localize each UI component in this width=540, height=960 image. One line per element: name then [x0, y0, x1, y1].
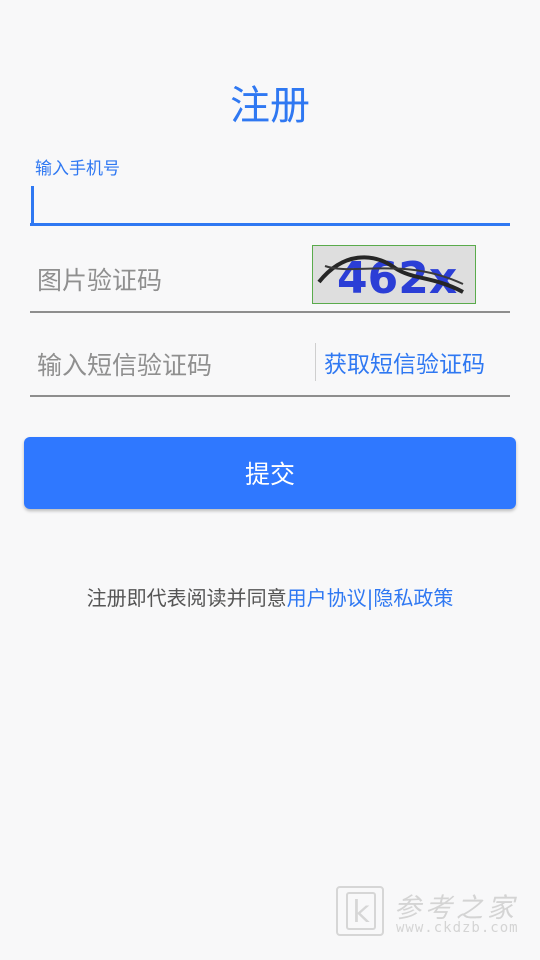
phone-field-label: 输入手机号 — [35, 159, 120, 179]
captcha-field-row: 462x — [30, 245, 510, 313]
get-sms-code-button[interactable]: 获取短信验证码 — [324, 345, 485, 379]
text-cursor — [31, 186, 34, 224]
phone-input[interactable] — [30, 184, 510, 226]
captcha-image[interactable]: 462x — [312, 245, 476, 304]
captcha-text: 462x — [337, 253, 457, 303]
watermark-logo-icon: k — [336, 886, 384, 936]
site-watermark: k 参考之家 www.ckdzb.com — [336, 886, 536, 946]
page-title: 注册 — [230, 83, 310, 129]
watermark-url: www.ckdzb.com — [396, 920, 519, 936]
privacy-policy-link[interactable]: 隐私政策 — [373, 586, 453, 610]
captcha-graphic: 462x — [313, 246, 475, 304]
sms-code-input[interactable] — [30, 335, 300, 395]
watermark-logo-letter: k — [346, 892, 376, 930]
sms-code-field-row: 获取短信验证码 — [30, 335, 510, 397]
agreement-prefix: 注册即代表阅读并同意 — [86, 586, 287, 610]
field-divider — [315, 343, 316, 381]
user-agreement-link[interactable]: 用户协议 — [287, 586, 367, 610]
captcha-input[interactable] — [30, 250, 300, 311]
submit-button[interactable]: 提交 — [24, 437, 516, 509]
agreement-text: 注册即代表阅读并同意用户协议|隐私政策 — [0, 582, 540, 611]
